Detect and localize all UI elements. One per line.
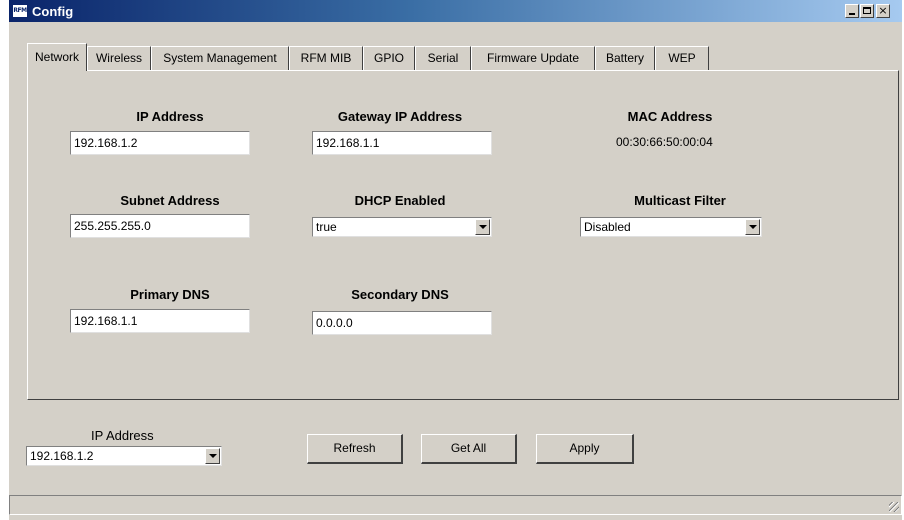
title-bar[interactable]: RFM Config × <box>9 0 902 22</box>
ip-address-input[interactable] <box>70 131 250 155</box>
maximize-button[interactable] <box>860 4 874 18</box>
refresh-button[interactable]: Refresh <box>307 434 403 464</box>
dhcp-enabled-select[interactable]: true <box>312 217 492 237</box>
tab-rfm-mib[interactable]: RFM MIB <box>289 46 363 70</box>
gateway-ip-input[interactable] <box>312 131 492 155</box>
maximize-icon <box>863 7 871 14</box>
gateway-ip-label: Gateway IP Address <box>337 109 463 124</box>
multicast-filter-label: Multicast Filter <box>634 193 726 208</box>
multicast-filter-select[interactable]: Disabled <box>580 217 762 237</box>
status-bar <box>9 495 902 515</box>
tab-gpio[interactable]: GPIO <box>363 46 415 70</box>
secondary-dns-input[interactable] <box>312 311 492 335</box>
network-panel: IP Address Subnet Address Primary DNS Ga… <box>27 70 899 400</box>
multicast-dropdown-button[interactable] <box>745 219 760 235</box>
ip-address-select[interactable]: 192.168.1.2 <box>26 446 222 466</box>
primary-dns-input[interactable] <box>70 309 250 333</box>
dhcp-dropdown-button[interactable] <box>475 219 490 235</box>
app-icon: RFM <box>12 4 28 18</box>
tab-serial[interactable]: Serial <box>415 46 471 70</box>
secondary-dns-label: Secondary DNS <box>351 287 449 302</box>
dhcp-enabled-label: DHCP Enabled <box>354 193 446 208</box>
tab-system-management[interactable]: System Management <box>151 46 289 70</box>
get-all-button[interactable]: Get All <box>421 434 517 464</box>
subnet-address-input[interactable] <box>70 214 250 238</box>
ip-select-label: IP Address <box>91 428 154 443</box>
multicast-filter-value: Disabled <box>584 220 631 234</box>
minimize-icon <box>849 13 855 15</box>
chevron-down-icon <box>479 225 487 229</box>
dhcp-enabled-value: true <box>316 220 337 234</box>
minimize-button[interactable] <box>845 4 859 18</box>
apply-button[interactable]: Apply <box>536 434 634 464</box>
resize-grip-icon[interactable] <box>889 502 899 512</box>
primary-dns-label: Primary DNS <box>130 287 210 302</box>
tab-network[interactable]: Network <box>27 43 87 71</box>
close-button[interactable]: × <box>876 4 890 18</box>
ip-select-value: 192.168.1.2 <box>30 449 94 463</box>
mac-address-label: MAC Address <box>627 109 713 124</box>
chevron-down-icon <box>209 454 217 458</box>
tab-battery[interactable]: Battery <box>595 46 655 70</box>
tab-wireless[interactable]: Wireless <box>87 46 151 70</box>
config-window: RFM Config × Network Wireless System Man… <box>9 0 902 520</box>
tab-firmware-update[interactable]: Firmware Update <box>471 46 595 70</box>
chevron-down-icon <box>749 225 757 229</box>
mac-address-value: 00:30:66:50:00:04 <box>616 135 713 149</box>
tab-wep[interactable]: WEP <box>655 46 709 70</box>
close-icon: × <box>878 4 888 17</box>
ip-select-dropdown-button[interactable] <box>205 448 220 464</box>
ip-address-label: IP Address <box>136 109 204 124</box>
window-title: Config <box>32 4 74 19</box>
subnet-address-label: Subnet Address <box>120 193 220 208</box>
